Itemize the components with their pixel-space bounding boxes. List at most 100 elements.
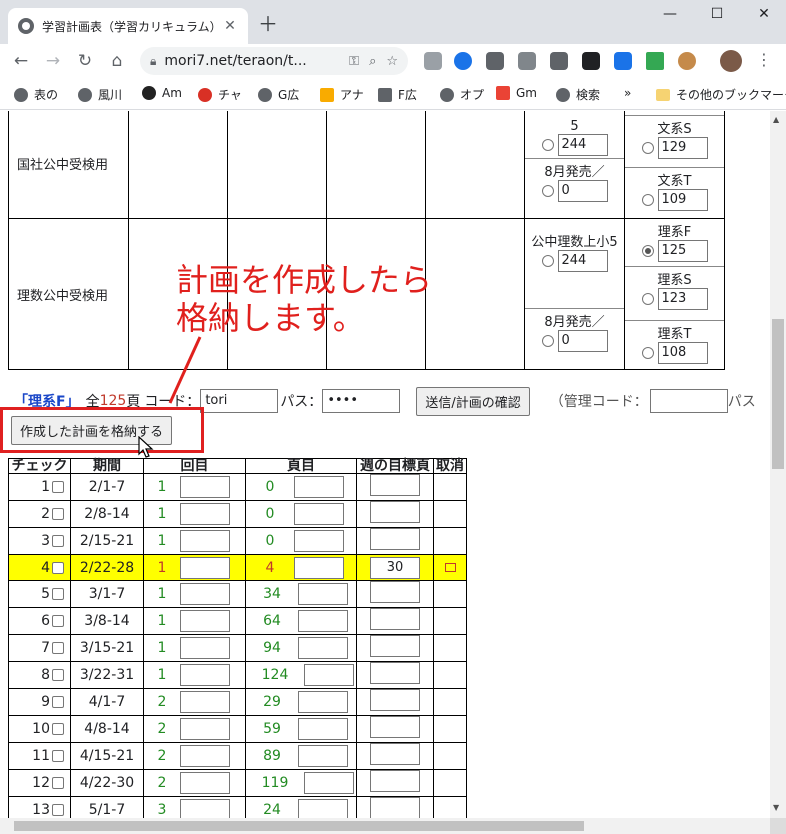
page-input[interactable] <box>298 637 348 659</box>
extension-cookie-icon[interactable] <box>678 52 696 70</box>
round-input[interactable] <box>180 503 230 525</box>
cancel-checkbox[interactable] <box>444 562 456 572</box>
bookmark-item[interactable]: 表の <box>14 86 58 103</box>
page-input[interactable] <box>294 503 344 525</box>
extension-box-icon[interactable] <box>518 52 536 70</box>
option-radio[interactable] <box>541 185 554 197</box>
round-input[interactable] <box>180 530 230 552</box>
code-input[interactable]: tori <box>200 389 279 413</box>
page-input[interactable] <box>298 718 348 740</box>
option-radio[interactable] <box>541 335 554 347</box>
round-input[interactable] <box>180 691 230 713</box>
row-checkbox[interactable] <box>52 804 64 816</box>
row-checkbox[interactable] <box>52 615 64 627</box>
page-input[interactable] <box>298 610 348 632</box>
weekly-goal-input[interactable] <box>370 501 420 523</box>
page-input[interactable] <box>304 772 354 794</box>
option-radio[interactable] <box>641 142 654 154</box>
weekly-goal-input[interactable] <box>370 581 420 603</box>
option-value-input[interactable]: 129 <box>657 137 708 159</box>
scroll-up-icon[interactable]: ▲ <box>773 115 779 124</box>
weekly-goal-input[interactable] <box>370 635 420 657</box>
round-input[interactable] <box>180 664 230 686</box>
round-input[interactable] <box>180 772 230 794</box>
extension-drive2-icon[interactable] <box>646 52 664 70</box>
minimize-icon[interactable]: — <box>655 6 685 22</box>
page-input[interactable] <box>298 583 348 605</box>
reload-icon[interactable]: ↻ <box>72 48 98 74</box>
home-icon[interactable]: ⌂ <box>104 48 130 74</box>
forward-icon[interactable]: → <box>40 48 66 74</box>
bookmark-item[interactable]: アナ <box>320 86 364 103</box>
bookmark-item[interactable]: F広 <box>378 86 417 103</box>
extension-media-icon[interactable] <box>582 52 600 70</box>
page-input[interactable] <box>304 664 354 686</box>
row-checkbox[interactable] <box>52 723 64 735</box>
option-radio[interactable] <box>541 255 554 267</box>
row-checkbox[interactable] <box>52 669 64 681</box>
row-checkbox[interactable] <box>52 481 64 493</box>
option-radio-selected[interactable] <box>641 245 654 257</box>
option-value-input[interactable]: 0 <box>557 180 608 202</box>
extension-new-icon[interactable] <box>614 52 632 70</box>
zoom-icon[interactable]: ⌕ <box>369 54 376 69</box>
page-input[interactable] <box>298 691 348 713</box>
round-input[interactable] <box>180 610 230 632</box>
weekly-goal-input[interactable]: 30 <box>370 556 420 579</box>
round-input[interactable] <box>180 745 230 767</box>
vertical-scrollbar[interactable]: ▲ ▼ <box>770 111 786 818</box>
page-input[interactable] <box>294 530 344 552</box>
bookmark-item[interactable]: Am <box>142 86 182 100</box>
row-checkbox[interactable] <box>52 777 64 789</box>
bookmark-item[interactable]: オプ <box>440 86 484 103</box>
weekly-goal-input[interactable] <box>370 528 420 550</box>
weekly-goal-input[interactable] <box>370 770 420 792</box>
scroll-down-icon[interactable]: ▼ <box>773 803 779 812</box>
round-input[interactable] <box>180 799 230 818</box>
row-checkbox[interactable] <box>52 588 64 600</box>
page-input[interactable] <box>294 476 344 498</box>
round-input[interactable] <box>180 476 230 498</box>
password-input[interactable]: •••• <box>322 389 401 413</box>
new-tab-icon[interactable]: ＋ <box>258 12 278 36</box>
option-value-input[interactable]: 125 <box>657 240 708 262</box>
extension-code-icon[interactable] <box>550 52 568 70</box>
address-bar[interactable]: 🔒︎ mori7.net/teraon/t... ⚿ ⌕ ☆ <box>140 47 408 75</box>
submit-button[interactable]: 送信/計画の確認 <box>416 386 530 416</box>
page-input[interactable] <box>298 799 348 818</box>
row-checkbox[interactable] <box>52 642 64 654</box>
round-input[interactable] <box>180 718 230 740</box>
option-value-input[interactable]: 244 <box>557 250 608 272</box>
back-icon[interactable]: ← <box>8 48 34 74</box>
option-value-input[interactable]: 109 <box>657 189 708 211</box>
row-checkbox[interactable] <box>52 561 64 574</box>
option-radio[interactable] <box>641 347 654 359</box>
star-icon[interactable]: ☆ <box>386 54 398 69</box>
bookmark-item[interactable]: 風川 <box>78 86 122 103</box>
option-value-input[interactable]: 244 <box>557 134 608 156</box>
menu-icon[interactable]: ⋮ <box>756 50 772 69</box>
bookmarks-overflow[interactable]: » <box>624 86 631 100</box>
weekly-goal-input[interactable] <box>370 608 420 630</box>
row-checkbox[interactable] <box>52 535 64 547</box>
key-icon[interactable]: ⚿ <box>349 54 359 69</box>
round-input[interactable] <box>180 637 230 659</box>
page-input[interactable] <box>298 745 348 767</box>
close-tab-icon[interactable]: ✕ <box>222 18 238 34</box>
weekly-goal-input[interactable] <box>370 716 420 738</box>
extension-bookmark-icon[interactable] <box>454 52 472 70</box>
weekly-goal-input[interactable] <box>370 474 420 496</box>
weekly-goal-input[interactable] <box>370 743 420 765</box>
option-radio[interactable] <box>641 194 654 206</box>
maximize-icon[interactable]: ☐ <box>702 6 732 22</box>
weekly-goal-input[interactable] <box>370 689 420 711</box>
option-value-input[interactable]: 123 <box>657 288 708 310</box>
option-radio[interactable] <box>641 293 654 305</box>
weekly-goal-input[interactable] <box>370 662 420 684</box>
bookmark-item[interactable]: チャ <box>198 86 242 103</box>
row-checkbox[interactable] <box>52 508 64 520</box>
round-input[interactable] <box>180 583 230 605</box>
extension-drive-icon[interactable] <box>424 52 442 70</box>
bookmark-item[interactable]: 検索 <box>556 86 600 103</box>
scroll-thumb[interactable] <box>14 821 584 831</box>
